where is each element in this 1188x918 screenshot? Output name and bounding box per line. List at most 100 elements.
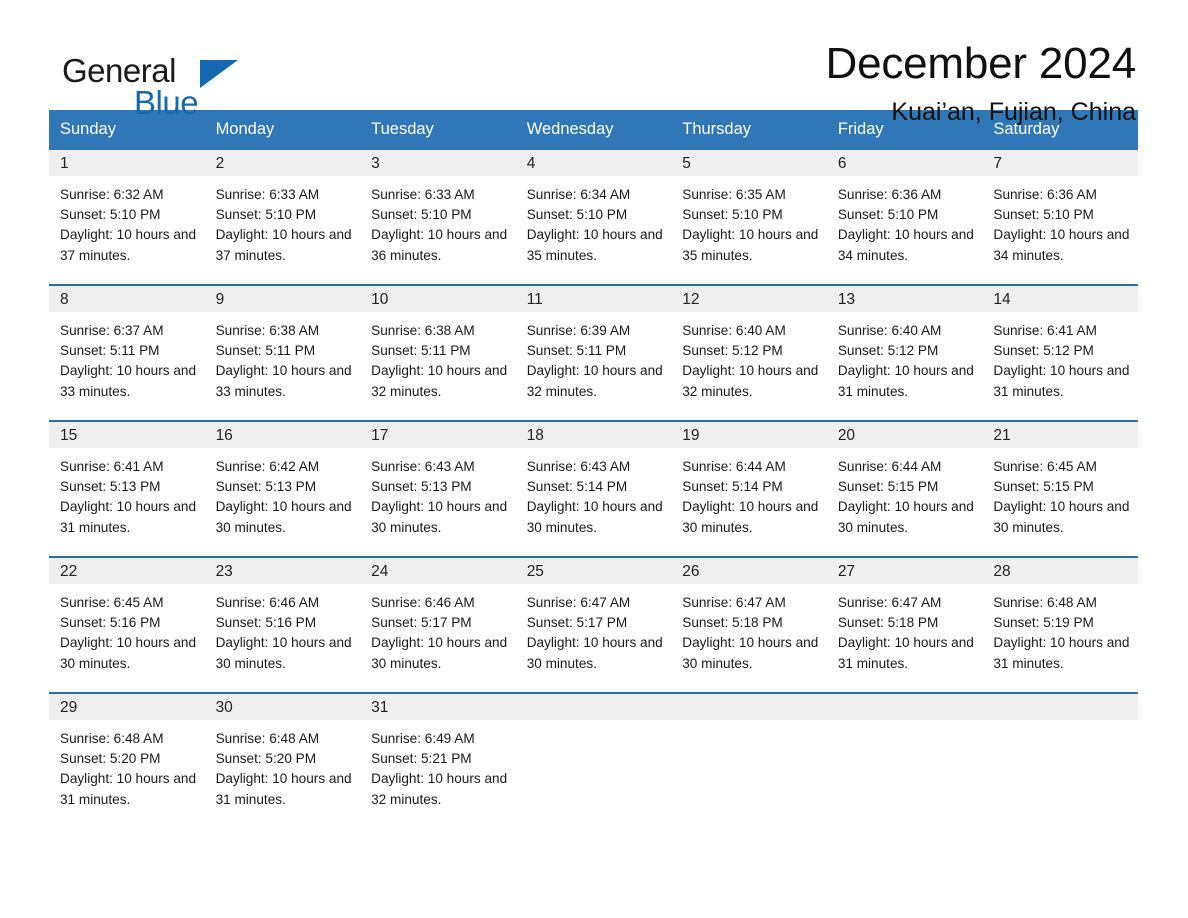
day-cell[interactable]: 19 Sunrise: 6:44 AM Sunset: 5:14 PM Dayli… (671, 420, 827, 557)
day-details: Sunrise: 6:47 AM Sunset: 5:18 PM Dayligh… (682, 595, 819, 671)
day-cell[interactable]: 30 Sunrise: 6:48 AM Sunset: 5:20 PM Dayli… (204, 692, 361, 828)
day-cell[interactable]: 29 Sunrise: 6:48 AM Sunset: 5:20 PM Dayli… (49, 692, 205, 828)
day-details: Sunrise: 6:40 AM Sunset: 5:12 PM Dayligh… (682, 323, 819, 399)
day-number: 1 (49, 150, 205, 176)
calendar-week-row: 8 Sunrise: 6:37 AM Sunset: 5:11 PM Daylig… (49, 284, 1138, 421)
day-cell[interactable]: 31 Sunrise: 6:49 AM Sunset: 5:21 PM Dayli… (360, 692, 516, 828)
day-number (671, 694, 827, 720)
logo-triangle-icon (200, 60, 238, 88)
day-cell[interactable]: 1 Sunrise: 6:32 AM Sunset: 5:10 PM Daylig… (49, 150, 205, 285)
day-details: Sunrise: 6:48 AM Sunset: 5:20 PM Dayligh… (60, 731, 197, 807)
day-cell[interactable]: 13 Sunrise: 6:40 AM Sunset: 5:12 PM Dayli… (826, 284, 983, 421)
weekday-header-monday: Monday (204, 110, 361, 150)
weekday-header-thursday: Thursday (671, 110, 827, 150)
day-number: 28 (982, 558, 1138, 584)
calendar-week-row: 1 Sunrise: 6:32 AM Sunset: 5:10 PM Daylig… (49, 150, 1138, 285)
day-number: 6 (826, 150, 983, 176)
day-details (982, 720, 1138, 729)
day-cell[interactable]: 24 Sunrise: 6:46 AM Sunset: 5:17 PM Dayli… (360, 556, 516, 693)
day-cell[interactable]: 2 Sunrise: 6:33 AM Sunset: 5:10 PM Daylig… (204, 150, 361, 285)
generalblue-logo[interactable]: General Blue (52, 38, 252, 119)
day-cell[interactable]: 7 Sunrise: 6:36 AM Sunset: 5:10 PM Daylig… (982, 150, 1138, 285)
day-details: Sunrise: 6:37 AM Sunset: 5:11 PM Dayligh… (60, 323, 197, 399)
day-details: Sunrise: 6:47 AM Sunset: 5:18 PM Dayligh… (837, 595, 974, 671)
calendar-body: 1 Sunrise: 6:32 AM Sunset: 5:10 PM Daylig… (49, 150, 1138, 828)
day-cell[interactable]: 28 Sunrise: 6:48 AM Sunset: 5:19 PM Dayli… (982, 556, 1138, 693)
day-cell[interactable]: 4 Sunrise: 6:34 AM Sunset: 5:10 PM Daylig… (515, 150, 672, 285)
day-number (982, 694, 1138, 720)
day-number: 13 (826, 286, 983, 312)
calendar-week-row: 15 Sunrise: 6:41 AM Sunset: 5:13 PM Dayli… (49, 420, 1138, 557)
day-number: 22 (49, 558, 205, 584)
calendar-page: General Blue December 2024 Kuai’an, Fuji… (0, 0, 1188, 918)
day-number: 4 (515, 150, 672, 176)
day-cell[interactable]: 16 Sunrise: 6:42 AM Sunset: 5:13 PM Dayli… (204, 420, 361, 557)
page-title: December 2024 (825, 39, 1137, 88)
day-cell-empty (515, 692, 672, 828)
day-details: Sunrise: 6:40 AM Sunset: 5:12 PM Dayligh… (837, 323, 974, 399)
day-details: Sunrise: 6:45 AM Sunset: 5:15 PM Dayligh… (993, 459, 1130, 535)
day-cell[interactable]: 14 Sunrise: 6:41 AM Sunset: 5:12 PM Dayli… (982, 284, 1138, 421)
day-cell[interactable]: 26 Sunrise: 6:47 AM Sunset: 5:18 PM Dayli… (671, 556, 827, 693)
day-details (671, 720, 827, 729)
day-cell[interactable]: 5 Sunrise: 6:35 AM Sunset: 5:10 PM Daylig… (671, 150, 827, 285)
day-details: Sunrise: 6:33 AM Sunset: 5:10 PM Dayligh… (371, 187, 508, 263)
day-cell[interactable]: 25 Sunrise: 6:47 AM Sunset: 5:17 PM Dayli… (515, 556, 672, 693)
day-number: 8 (49, 286, 205, 312)
day-details (516, 720, 672, 729)
day-number: 29 (49, 694, 205, 720)
day-cell[interactable]: 11 Sunrise: 6:39 AM Sunset: 5:11 PM Dayli… (515, 284, 672, 421)
day-cell[interactable]: 20 Sunrise: 6:44 AM Sunset: 5:15 PM Dayli… (826, 420, 983, 557)
day-details: Sunrise: 6:48 AM Sunset: 5:19 PM Dayligh… (993, 595, 1130, 671)
day-cell[interactable]: 9 Sunrise: 6:38 AM Sunset: 5:11 PM Daylig… (204, 284, 361, 421)
day-details: Sunrise: 6:38 AM Sunset: 5:11 PM Dayligh… (215, 323, 352, 399)
day-number: 23 (204, 558, 361, 584)
day-number: 9 (204, 286, 361, 312)
day-number: 10 (360, 286, 516, 312)
day-number: 31 (360, 694, 516, 720)
day-details: Sunrise: 6:42 AM Sunset: 5:13 PM Dayligh… (215, 459, 352, 535)
day-cell-empty (982, 692, 1138, 828)
day-cell[interactable]: 22 Sunrise: 6:45 AM Sunset: 5:16 PM Dayli… (49, 556, 205, 693)
day-number: 30 (204, 694, 361, 720)
day-number: 15 (49, 422, 205, 448)
day-cell[interactable]: 3 Sunrise: 6:33 AM Sunset: 5:10 PM Daylig… (360, 150, 516, 285)
day-cell[interactable]: 8 Sunrise: 6:37 AM Sunset: 5:11 PM Daylig… (49, 284, 205, 421)
page-header: General Blue December 2024 Kuai’an, Fuji… (0, 0, 1188, 125)
day-number: 25 (515, 558, 672, 584)
day-details: Sunrise: 6:49 AM Sunset: 5:21 PM Dayligh… (371, 731, 508, 807)
day-details: Sunrise: 6:32 AM Sunset: 5:10 PM Dayligh… (60, 187, 197, 263)
sunrise-sunset-calendar: Sunday Monday Tuesday Wednesday Thursday… (49, 110, 1138, 828)
day-number: 14 (982, 286, 1138, 312)
day-cell[interactable]: 23 Sunrise: 6:46 AM Sunset: 5:16 PM Dayli… (204, 556, 361, 693)
day-cell[interactable]: 18 Sunrise: 6:43 AM Sunset: 5:14 PM Dayli… (515, 420, 672, 557)
day-details: Sunrise: 6:44 AM Sunset: 5:14 PM Dayligh… (682, 459, 819, 535)
day-number: 16 (204, 422, 361, 448)
day-cell[interactable]: 27 Sunrise: 6:47 AM Sunset: 5:18 PM Dayli… (826, 556, 983, 693)
day-cell[interactable]: 10 Sunrise: 6:38 AM Sunset: 5:11 PM Dayli… (360, 284, 516, 421)
day-details: Sunrise: 6:43 AM Sunset: 5:13 PM Dayligh… (371, 459, 508, 535)
day-number: 26 (671, 558, 827, 584)
day-cell[interactable]: 21 Sunrise: 6:45 AM Sunset: 5:15 PM Dayli… (982, 420, 1138, 557)
day-cell[interactable]: 17 Sunrise: 6:43 AM Sunset: 5:13 PM Dayli… (360, 420, 516, 557)
day-number: 7 (982, 150, 1138, 176)
day-number: 17 (360, 422, 516, 448)
day-details: Sunrise: 6:38 AM Sunset: 5:11 PM Dayligh… (371, 323, 508, 399)
day-number: 20 (826, 422, 983, 448)
day-number: 19 (671, 422, 827, 448)
day-number: 11 (515, 286, 672, 312)
day-details: Sunrise: 6:43 AM Sunset: 5:14 PM Dayligh… (526, 459, 663, 535)
day-details: Sunrise: 6:48 AM Sunset: 5:20 PM Dayligh… (215, 731, 352, 807)
day-cell[interactable]: 6 Sunrise: 6:36 AM Sunset: 5:10 PM Daylig… (826, 150, 983, 285)
calendar-week-row: 29 Sunrise: 6:48 AM Sunset: 5:20 PM Dayli… (49, 692, 1138, 828)
day-details (827, 720, 983, 729)
day-cell[interactable]: 15 Sunrise: 6:41 AM Sunset: 5:13 PM Dayli… (49, 420, 205, 557)
day-details: Sunrise: 6:41 AM Sunset: 5:13 PM Dayligh… (60, 459, 197, 535)
day-cell-empty (671, 692, 827, 828)
day-details: Sunrise: 6:34 AM Sunset: 5:10 PM Dayligh… (526, 187, 663, 263)
logo-text-general: General (62, 52, 176, 89)
location-subtitle: Kuai’an, Fujian, China (891, 97, 1136, 126)
weekday-header-tuesday: Tuesday (360, 110, 516, 150)
day-cell[interactable]: 12 Sunrise: 6:40 AM Sunset: 5:12 PM Dayli… (671, 284, 827, 421)
day-details: Sunrise: 6:45 AM Sunset: 5:16 PM Dayligh… (60, 595, 197, 671)
